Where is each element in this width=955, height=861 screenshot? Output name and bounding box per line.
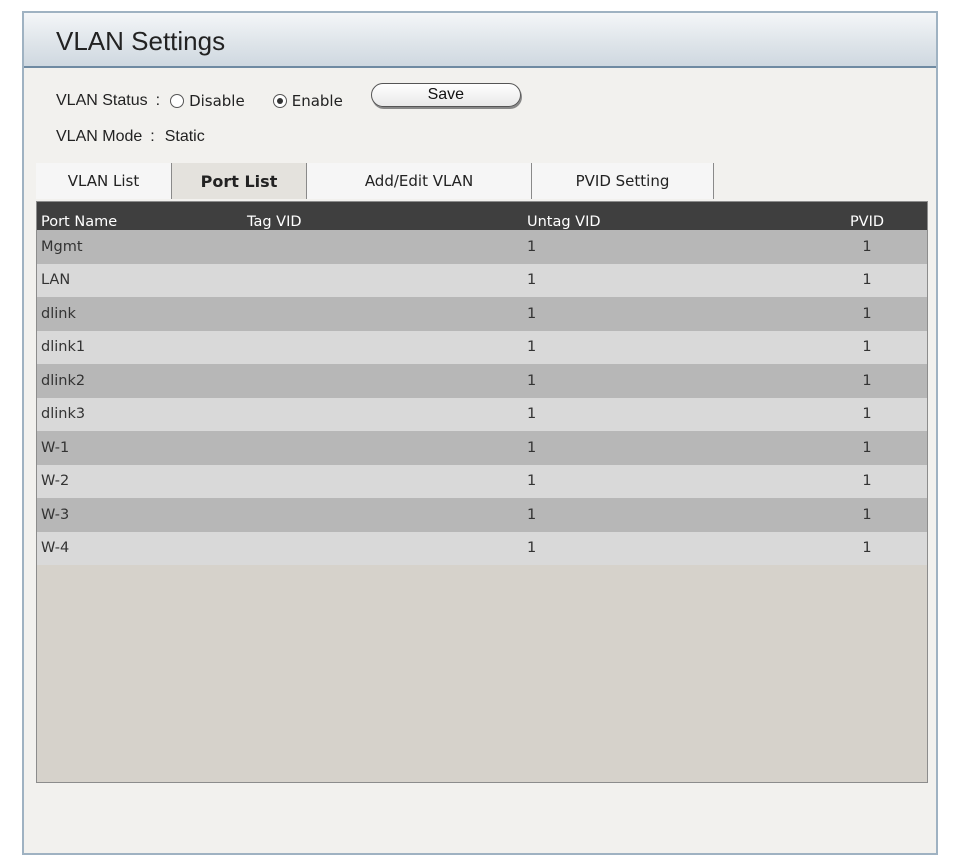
port-name-cell: LAN — [41, 272, 71, 289]
untag-vid-cell: 1 — [527, 272, 537, 289]
untag-vid-cell: 1 — [527, 406, 537, 423]
untag-vid-cell: 1 — [527, 439, 537, 456]
tab-bar: VLAN List Port List Add/Edit VLAN PVID S… — [36, 163, 714, 199]
enable-radio-option[interactable]: Enable — [272, 92, 343, 110]
vlan-mode-label: VLAN Mode — [56, 128, 143, 145]
enable-radio-label: Enable — [291, 92, 343, 110]
header-untag-vid: Untag VID — [527, 214, 601, 230]
enable-radio[interactable] — [272, 94, 287, 108]
port-name-cell: dlink3 — [41, 406, 86, 423]
port-name-cell: dlink1 — [41, 339, 86, 356]
port-list-table: Port Name Tag VID Untag VID PVID Mgmt 1 … — [36, 201, 928, 783]
disable-radio-option[interactable]: Disable — [170, 92, 245, 110]
table-row: dlink3 1 1 — [37, 397, 927, 431]
table-row: dlink 1 1 — [37, 297, 927, 331]
pvid-cell: 1 — [862, 272, 872, 289]
port-name-cell: Mgmt — [41, 238, 83, 255]
pvid-cell: 1 — [862, 305, 872, 322]
table-row: W-2 1 1 — [37, 464, 927, 498]
tab-port-list[interactable]: Port List — [172, 163, 307, 199]
port-name-cell: W-3 — [41, 506, 70, 523]
disable-radio-label: Disable — [189, 92, 245, 110]
untag-vid-cell: 1 — [527, 540, 537, 557]
title-bar: VLAN Settings — [24, 13, 936, 68]
vlan-settings-panel: VLAN Settings VLAN Status : Disable Enab… — [22, 11, 938, 855]
port-name-cell: W-2 — [41, 473, 70, 490]
vlan-status-row: VLAN Status : Disable Enable Save — [56, 83, 521, 113]
tab-add-edit-vlan[interactable]: Add/Edit VLAN — [307, 163, 532, 199]
table-row: W-4 1 1 — [37, 531, 927, 565]
header-port-name: Port Name — [41, 214, 118, 230]
tab-vlan-list[interactable]: VLAN List — [36, 163, 172, 199]
pvid-cell: 1 — [862, 406, 872, 423]
vlan-status-colon: : — [155, 92, 161, 109]
port-name-cell: W-1 — [41, 439, 70, 456]
port-name-cell: dlink2 — [41, 372, 86, 389]
table-row: W-1 1 1 — [37, 431, 927, 465]
vlan-status-label: VLAN Status — [56, 92, 148, 109]
page-title: VLAN Settings — [56, 26, 226, 56]
pvid-cell: 1 — [862, 339, 872, 356]
disable-radio[interactable] — [170, 94, 185, 108]
table-row: W-3 1 1 — [37, 498, 927, 532]
pvid-cell: 1 — [862, 439, 872, 456]
table-row: dlink2 1 1 — [37, 364, 927, 398]
port-name-cell: W-4 — [41, 540, 70, 557]
vlan-mode-row: VLAN Mode : Static — [56, 125, 205, 149]
header-pvid: PVID — [849, 214, 885, 230]
untag-vid-cell: 1 — [527, 339, 537, 356]
vlan-mode-colon: : — [150, 128, 155, 145]
untag-vid-cell: 1 — [527, 305, 537, 322]
tab-pvid-setting[interactable]: PVID Setting — [532, 163, 714, 199]
pvid-cell: 1 — [862, 540, 872, 557]
vlan-mode-value: Static — [164, 128, 205, 145]
table-header: Port Name Tag VID Untag VID PVID — [37, 202, 927, 230]
untag-vid-cell: 1 — [527, 372, 537, 389]
untag-vid-cell: 1 — [527, 238, 537, 255]
pvid-cell: 1 — [862, 506, 872, 523]
pvid-cell: 1 — [862, 238, 872, 255]
untag-vid-cell: 1 — [527, 506, 537, 523]
port-name-cell: dlink — [41, 305, 76, 322]
pvid-cell: 1 — [862, 473, 872, 490]
untag-vid-cell: 1 — [527, 473, 537, 490]
pvid-cell: 1 — [862, 372, 872, 389]
header-tag-vid: Tag VID — [247, 214, 302, 230]
table-row: Mgmt 1 1 — [37, 230, 927, 264]
table-row: dlink1 1 1 — [37, 330, 927, 364]
table-row: LAN 1 1 — [37, 263, 927, 297]
save-button[interactable]: Save — [370, 83, 521, 107]
